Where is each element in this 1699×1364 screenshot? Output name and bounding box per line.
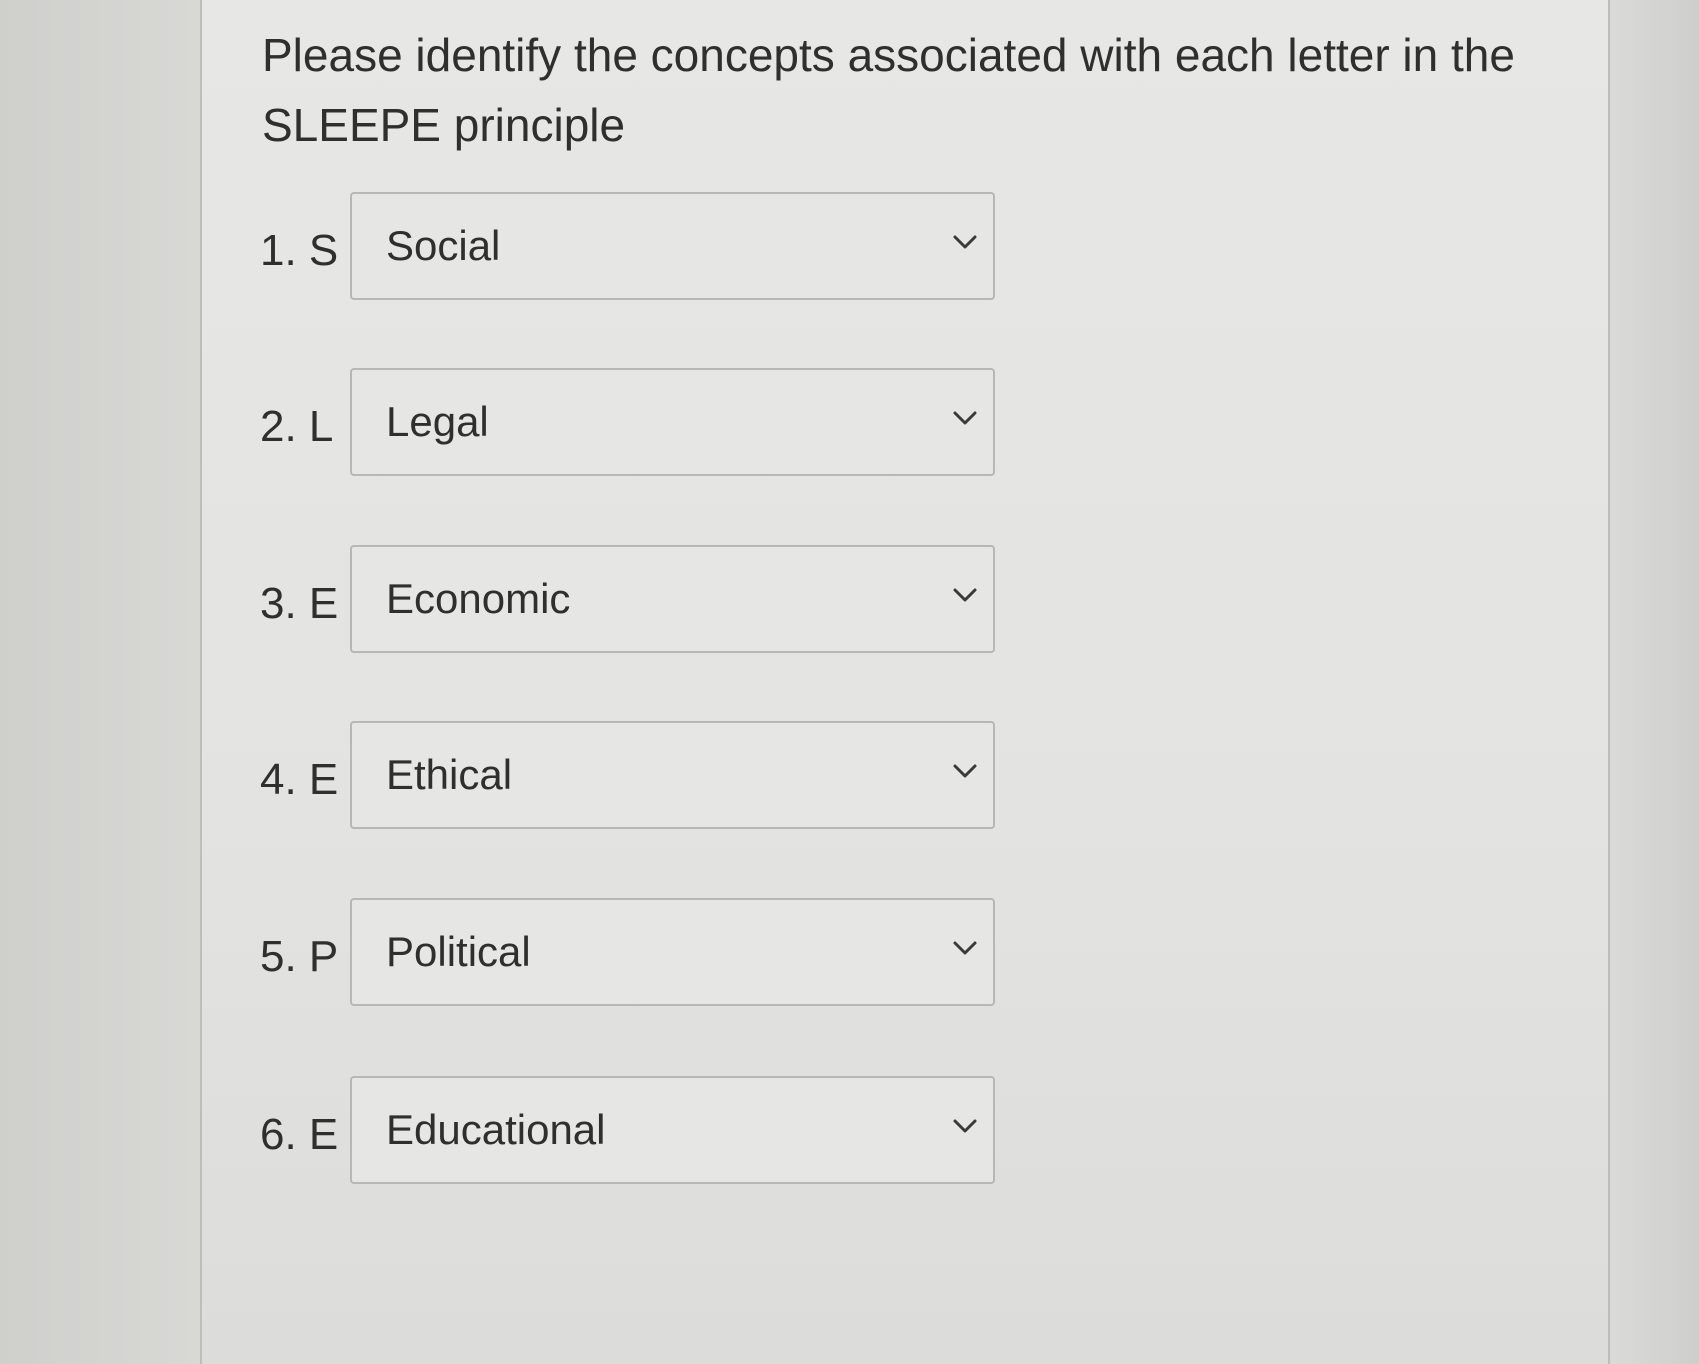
concept-select-4[interactable]: Ethical <box>350 721 995 829</box>
row-label: 6. E <box>260 1110 339 1159</box>
outer-left-margin <box>0 0 200 1364</box>
chevron-down-icon <box>945 398 985 438</box>
question-text: Please identify the concepts associated … <box>262 20 1582 160</box>
dropdown-row-6: 6. E Educational <box>260 1076 1020 1186</box>
dropdown-row-2: 2. L Legal <box>260 368 1020 478</box>
chevron-down-icon <box>945 222 985 262</box>
dropdown-row-3: 3. E Economic <box>260 545 1020 655</box>
dropdown-row-1: 1. S Social <box>260 192 1020 302</box>
chevron-down-icon <box>945 575 985 615</box>
chevron-down-icon <box>945 1106 985 1146</box>
row-label: 1. S <box>260 226 339 275</box>
question-text-line1: Please identify the concepts associated … <box>262 29 1515 81</box>
concept-select-5[interactable]: Political <box>350 898 995 1006</box>
dropdown-row-5: 5. P Political <box>260 898 1020 1008</box>
concept-select-1[interactable]: Social <box>350 192 995 300</box>
concept-select-3[interactable]: Economic <box>350 545 995 653</box>
outer-right-margin <box>1612 0 1699 1364</box>
chevron-down-icon <box>945 928 985 968</box>
row-label: 2. L <box>260 402 334 451</box>
selected-value: Ethical <box>386 751 513 798</box>
question-text-line2: SLEEPE principle <box>262 99 626 151</box>
row-label: 3. E <box>260 579 339 628</box>
question-panel: Please identify the concepts associated … <box>200 0 1610 1364</box>
selected-value: Social <box>386 222 501 269</box>
selected-value: Economic <box>386 575 571 622</box>
row-label: 5. P <box>260 932 339 981</box>
selected-value: Educational <box>386 1106 606 1153</box>
row-label: 4. E <box>260 755 339 804</box>
selected-value: Political <box>386 928 531 975</box>
selected-value: Legal <box>386 398 489 445</box>
chevron-down-icon <box>945 751 985 791</box>
dropdown-row-4: 4. E Ethical <box>260 721 1020 831</box>
concept-select-2[interactable]: Legal <box>350 368 995 476</box>
concept-select-6[interactable]: Educational <box>350 1076 995 1184</box>
